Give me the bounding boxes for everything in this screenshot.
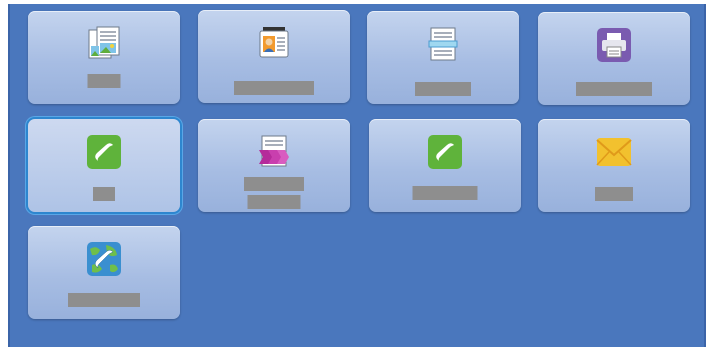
internet-fax-label bbox=[68, 293, 140, 307]
workflow-scanning-label-line1 bbox=[244, 177, 304, 191]
id-card-copy-label bbox=[234, 81, 314, 95]
internet-fax-icon bbox=[85, 240, 123, 278]
fax-tile[interactable] bbox=[28, 119, 180, 212]
scan-tile[interactable] bbox=[367, 11, 519, 104]
email-tile[interactable] bbox=[538, 119, 690, 212]
server-fax-tile[interactable] bbox=[369, 119, 521, 212]
id-card-copy-icon bbox=[255, 24, 293, 62]
scan-icon bbox=[424, 25, 462, 63]
server-fax-label bbox=[412, 186, 478, 200]
workflow-scanning-tile[interactable] bbox=[198, 119, 350, 212]
email-label bbox=[595, 187, 633, 201]
fax-icon bbox=[85, 133, 123, 171]
scan-label bbox=[415, 82, 471, 96]
copy-label bbox=[87, 74, 121, 88]
internet-fax-tile[interactable] bbox=[28, 226, 180, 319]
print-tile[interactable] bbox=[538, 12, 690, 105]
workflow-scanning-label-line2 bbox=[247, 195, 301, 209]
services-panel bbox=[8, 4, 706, 347]
copy-icon bbox=[85, 25, 123, 63]
print-label bbox=[576, 82, 652, 96]
copy-tile[interactable] bbox=[28, 11, 180, 104]
server-fax-icon bbox=[426, 133, 464, 171]
print-icon bbox=[595, 26, 633, 64]
fax-label bbox=[93, 187, 115, 201]
email-icon bbox=[595, 133, 633, 171]
id-card-copy-tile[interactable] bbox=[198, 10, 350, 103]
workflow-scanning-icon bbox=[255, 133, 293, 171]
